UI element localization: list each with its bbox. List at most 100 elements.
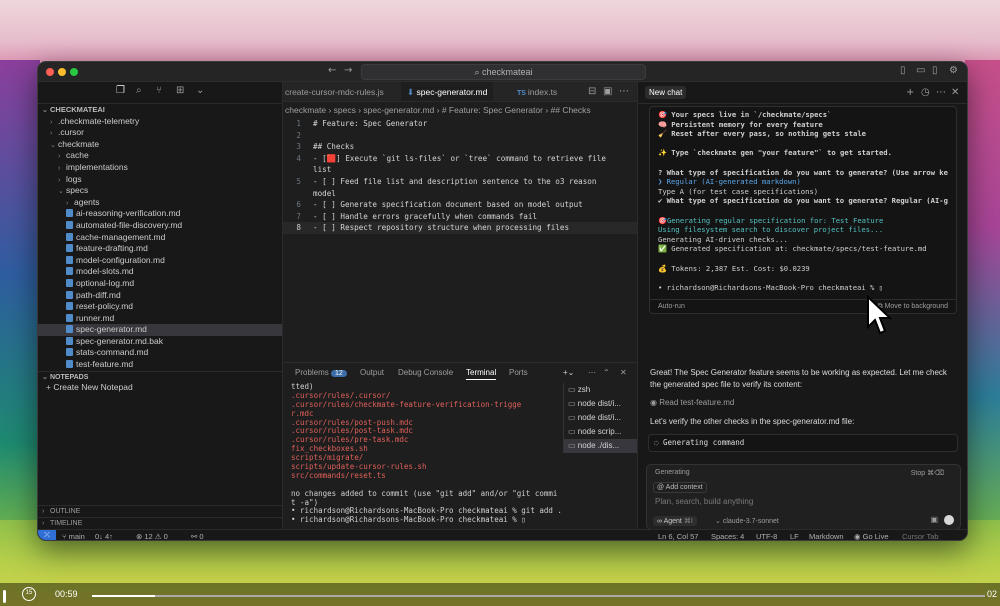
tab-terminal[interactable]: Terminal [466,368,497,380]
indentation[interactable]: Spaces: 4 [711,532,744,540]
agent-mode-selector[interactable]: ∞ Agent ⌘I [653,516,697,526]
stop-button[interactable]: Stop ⌘⌫ [911,469,944,477]
timeline-section[interactable]: › TIMELINE [38,517,282,529]
tree-item[interactable]: automated-file-discovery.md [38,220,282,232]
source-control-icon[interactable]: ⑂ [156,85,162,96]
tab-new-chat[interactable]: New chat [645,86,687,99]
back-arrow-icon[interactable]: ← [328,65,336,76]
auto-run-toggle[interactable]: Auto-run [658,303,685,310]
tab-problems[interactable]: Problems 12 [295,368,347,377]
language-mode[interactable]: Markdown [809,532,844,540]
zoom-window-button[interactable] [70,68,78,76]
tree-item[interactable]: model-configuration.md [38,255,282,267]
scrub-handle[interactable] [3,590,6,603]
toggle-sidebar-icon[interactable]: ▯ [900,65,906,76]
tab-output[interactable]: Output [360,368,384,377]
tree-item[interactable]: › .checkmate-telemetry [38,116,282,128]
history-icon[interactable]: ◷ [921,87,930,98]
command-center-search[interactable]: ⌕ checkmateai [361,64,646,80]
terminal-instance[interactable]: ▭ node scrip... [564,425,637,439]
tab-spec-generator[interactable]: ⬇ spec-generator.md [401,82,494,101]
code-text: - [ ] Respect repository structure when … [313,223,570,233]
tree-item-label: feature-drafting.md [76,243,148,254]
tree-item[interactable]: runner.md [38,313,282,325]
spinner-icon: ◌ [654,438,664,447]
tree-item[interactable]: ai-reasoning-verification.md [38,208,282,220]
ports-indicator[interactable]: ⚯ 0 [191,532,204,540]
maximize-panel-icon[interactable]: ⌃ [603,368,610,377]
new-terminal-icon[interactable]: +⌄ [563,368,574,377]
tree-item[interactable]: spec-generator.md.bak [38,336,282,348]
files-icon[interactable]: ❐ [116,85,125,96]
split-editor-icon[interactable]: ⊟ [588,86,596,97]
chat-input[interactable]: Plan, search, build anything [655,497,753,506]
tree-item[interactable]: › agents [38,197,282,209]
terminal-instance[interactable]: ▭ node ./dis... [564,439,637,453]
tree-item[interactable]: cache-management.md [38,232,282,244]
preview-icon[interactable]: ▣ [603,86,612,97]
tree-item[interactable]: ⌄ specs [38,185,282,197]
read-file-item[interactable]: ◉ Read test-feature.md [650,397,960,409]
go-live-button[interactable]: ◉ Go Live [854,532,889,540]
terminal-instance[interactable]: ▭ node dist/i... [564,397,637,411]
add-context-button[interactable]: @ Add context [653,482,707,493]
search-icon[interactable]: ⌕ [136,85,142,96]
notepads-section[interactable]: ⌄ NOTEPADS [38,370,282,383]
tree-item-label: path-diff.md [76,289,121,300]
toggle-panel-icon[interactable]: ▭ [916,65,925,76]
plus-icon[interactable]: + [906,87,914,98]
extensions-icon[interactable]: ⊞ [176,85,184,96]
branch-indicator[interactable]: ⑂ main [62,532,85,540]
tree-item[interactable]: stats-command.md [38,347,282,359]
gear-icon[interactable]: ⚙ [949,65,958,76]
sync-indicator[interactable]: 0↓ 4↑ [95,532,113,540]
remote-icon[interactable]: ⤫ [38,530,56,540]
replay-icon[interactable]: 15 [22,587,36,601]
tree-item[interactable]: test-feature.md [38,359,282,371]
tab-create-cursor-mdc-rules[interactable]: create-cursor-mdc-rules.js [283,82,390,101]
problems-indicator[interactable]: ⊗ 12 ⚠ 0 [136,532,168,540]
more-icon[interactable]: ⋯ [619,86,629,97]
tree-item[interactable]: › cache [38,150,282,162]
progress-track[interactable] [92,595,985,597]
tree-item[interactable]: › logs [38,174,282,186]
encoding[interactable]: UTF-8 [756,532,777,540]
tree-item[interactable]: model-slots.md [38,266,282,278]
terminal-instance[interactable]: ▭ node dist/i... [564,411,637,425]
create-notepad-button[interactable]: + Create New Notepad [38,382,282,394]
markdown-file-icon [66,209,73,218]
chevron-down-icon[interactable]: ⌄ [196,85,204,96]
forward-arrow-icon[interactable]: → [344,65,352,76]
minimize-window-button[interactable] [58,68,66,76]
terminal-output[interactable]: tted) .cursor/rules/.cursor/ .cursor/rul… [291,382,562,525]
tree-item[interactable]: ⌄ checkmate [38,139,282,151]
outline-section[interactable]: › OUTLINE [38,505,282,517]
close-icon[interactable]: ✕ [951,87,959,98]
tree-item-label: optional-log.md [76,277,135,288]
breadcrumb[interactable]: checkmate › specs › spec-generator.md › … [283,102,637,118]
more-icon[interactable]: ⋯ [936,87,946,98]
terminal-instance[interactable]: ▭ zsh [564,383,637,397]
tab-index-ts[interactable]: TS index.ts [511,82,563,101]
tree-item[interactable]: reset-policy.md [38,301,282,313]
end-of-line[interactable]: LF [790,532,799,540]
stop-generating-icon[interactable] [944,515,954,525]
tree-item[interactable]: feature-drafting.md [38,243,282,255]
tree-item[interactable]: spec-generator.md [38,324,282,336]
tree-item[interactable]: › .cursor [38,127,282,139]
tab-ports[interactable]: Ports [509,368,528,377]
tree-item[interactable]: › implementations [38,162,282,174]
model-selector[interactable]: ⌄ claude-3.7-sonnet [715,517,779,525]
cursor-position[interactable]: Ln 6, Col 57 [658,532,698,540]
close-window-button[interactable] [46,68,54,76]
more-icon[interactable]: ⋯ [588,368,596,377]
cursor-tab-indicator[interactable]: Cursor Tab [902,532,939,540]
explorer-root[interactable]: ⌄ CHECKMATEAI [38,104,282,116]
tree-item[interactable]: optional-log.md [38,278,282,290]
tree-item[interactable]: path-diff.md [38,290,282,302]
tab-debug-console[interactable]: Debug Console [398,368,453,377]
toggle-secondary-sidebar-icon[interactable]: ▯ [932,65,938,76]
close-panel-icon[interactable]: ✕ [620,368,627,377]
code-editor[interactable]: 1 # Feature: Spec Generator 2 3 ## Checks 4 - … [283,118,637,234]
image-icon[interactable]: ▣ [930,515,938,524]
